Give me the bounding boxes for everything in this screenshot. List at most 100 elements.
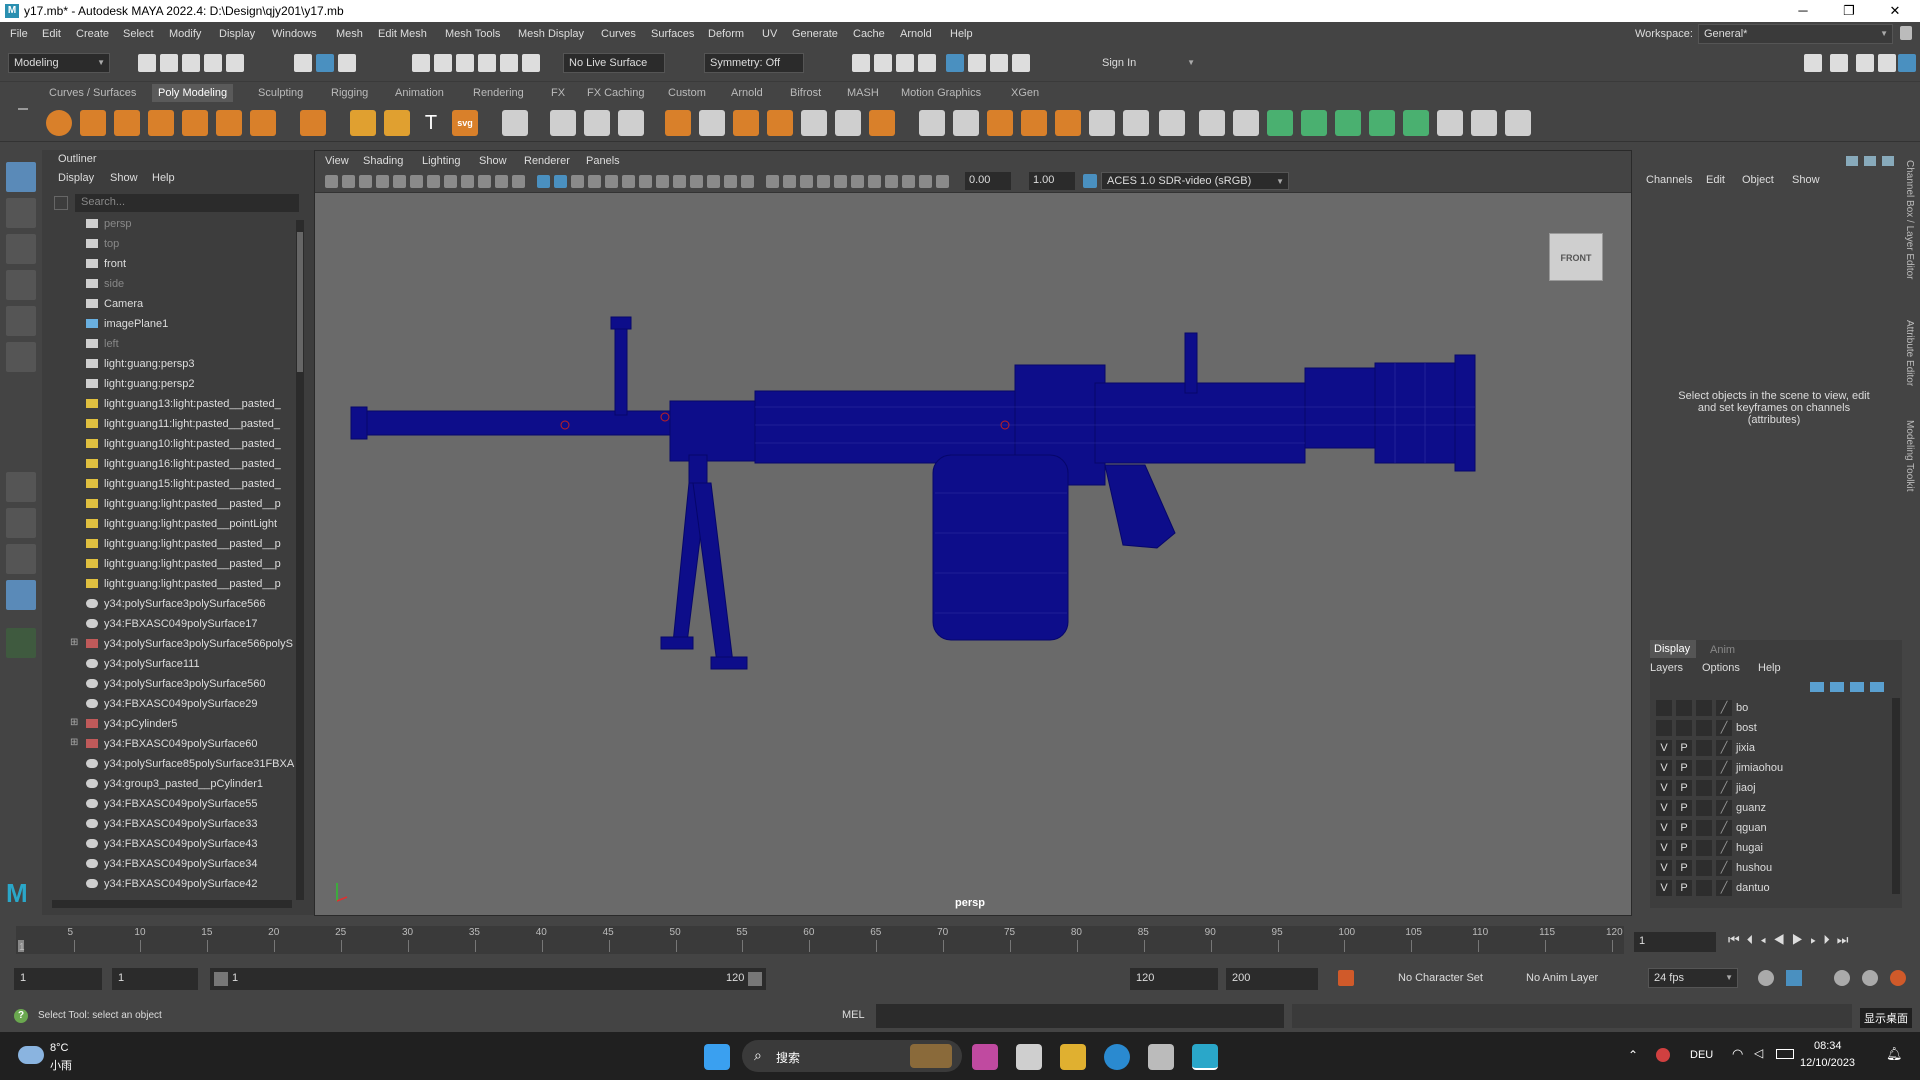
outliner-item[interactable]: top <box>42 234 298 254</box>
outliner-item[interactable]: y34:FBXASC049polySurface43 <box>42 834 298 854</box>
move-layer-down-icon[interactable] <box>1830 682 1844 692</box>
channel-menu-edit[interactable]: Edit <box>1706 174 1725 186</box>
layer-color-swatch[interactable] <box>1696 700 1712 716</box>
shelf-tab-rendering[interactable]: Rendering <box>473 87 524 99</box>
poly-cylinder-icon[interactable] <box>114 110 140 136</box>
viewport-tool-icon[interactable] <box>359 175 372 188</box>
move-layer-up-icon[interactable] <box>1810 682 1824 692</box>
outliner-item[interactable]: y34:polySurface3polySurface560 <box>42 674 298 694</box>
viewport-tool-icon[interactable] <box>444 175 457 188</box>
maya-taskbar-icon[interactable] <box>1192 1044 1218 1070</box>
layer-display-type[interactable]: ╱ <box>1716 880 1732 896</box>
channel-menu-object[interactable]: Object <box>1742 174 1774 186</box>
bevel-icon[interactable] <box>919 110 945 136</box>
outliner-item[interactable]: light:guang:persp3 <box>42 354 298 374</box>
boolean-union-icon[interactable] <box>665 110 691 136</box>
single-perspective-view-icon[interactable] <box>6 472 36 502</box>
poly-reduce-icon[interactable] <box>767 110 793 136</box>
menu-windows[interactable]: Windows <box>272 28 317 40</box>
shelf-menu-icon[interactable] <box>18 108 28 110</box>
knife-icon[interactable] <box>1159 110 1185 136</box>
viewport-tool-icon[interactable] <box>537 175 550 188</box>
poly-plane-icon[interactable] <box>216 110 242 136</box>
menu-cache[interactable]: Cache <box>853 28 885 40</box>
viewcube[interactable]: FRONT <box>1549 233 1603 281</box>
outliner-menu-help[interactable]: Help <box>152 172 175 184</box>
viewport-tool-icon[interactable] <box>919 175 932 188</box>
channel-box-icon[interactable] <box>1878 54 1896 72</box>
layer-playback-toggle[interactable]: P <box>1676 840 1692 856</box>
edge-browser-icon[interactable] <box>1104 1044 1130 1070</box>
viewport-menu-show[interactable]: Show <box>479 155 507 167</box>
layer-color-swatch[interactable] <box>1696 820 1712 836</box>
layer-menu-layers[interactable]: Layers <box>1650 662 1683 674</box>
shelf-tab-xgen[interactable]: XGen <box>1011 87 1039 99</box>
sound-icon[interactable] <box>1834 970 1850 986</box>
layer-display-type[interactable]: ╱ <box>1716 700 1732 716</box>
shelf-tab-rigging[interactable]: Rigging <box>331 87 368 99</box>
viewport-tool-icon[interactable] <box>622 175 635 188</box>
snap-surface-icon[interactable] <box>522 54 540 72</box>
viewport-tool-icon[interactable] <box>741 175 754 188</box>
viewport-tool-icon[interactable] <box>885 175 898 188</box>
render-view-icon[interactable] <box>852 54 870 72</box>
outliner-item[interactable]: y34:polySurface85polySurface31FBXA <box>42 754 298 774</box>
layer-playback-toggle[interactable]: P <box>1676 780 1692 796</box>
four-view-icon[interactable] <box>6 508 36 538</box>
layer-visibility-toggle[interactable] <box>1656 700 1672 716</box>
anim-layer-dropdown[interactable]: No Anim Layer <box>1520 968 1632 988</box>
menu-set-dropdown[interactable]: Modeling ▼ <box>8 53 110 73</box>
new-scene-icon[interactable] <box>138 54 156 72</box>
menu-arnold[interactable]: Arnold <box>900 28 932 40</box>
outliner-item[interactable]: light:guang13:light:pasted__pasted_ <box>42 394 298 414</box>
playback-start-field[interactable]: 1 <box>112 968 198 990</box>
3d-viewer-icon[interactable] <box>1148 1044 1174 1070</box>
insert-edge-loop-icon[interactable] <box>1021 110 1047 136</box>
poly-torus-icon[interactable] <box>182 110 208 136</box>
color-management-icon[interactable] <box>1083 174 1097 188</box>
menu-mesh-tools[interactable]: Mesh Tools <box>445 28 500 40</box>
layer-row[interactable]: ╱ bo <box>1650 698 1890 718</box>
viewport-tool-icon[interactable] <box>690 175 703 188</box>
minimize-button[interactable]: ─ <box>1780 0 1826 22</box>
step-back-frame-icon[interactable]: ◂ <box>1760 932 1773 947</box>
select-components-icon[interactable] <box>338 54 356 72</box>
make-live-icon[interactable] <box>500 54 518 72</box>
outliner-item[interactable]: light:guang15:light:pasted__pasted_ <box>42 474 298 494</box>
viewport-tool-icon[interactable] <box>724 175 737 188</box>
scene-end-field[interactable]: 200 <box>1226 968 1318 990</box>
layer-display-type[interactable]: ╱ <box>1716 720 1732 736</box>
shelf-tab-bifrost[interactable]: Bifrost <box>790 87 821 99</box>
taskbar-search-box[interactable]: ⌕ 搜索 <box>742 1040 962 1072</box>
platonic-solid-icon[interactable] <box>300 110 326 136</box>
tray-app-icon[interactable] <box>1656 1048 1670 1062</box>
shelf-tab-sculpting[interactable]: Sculpting <box>258 87 303 99</box>
viewport-tool-icon[interactable] <box>342 175 355 188</box>
layer-display-type[interactable]: ╱ <box>1716 800 1732 816</box>
layer-display-type[interactable]: ╱ <box>1716 860 1732 876</box>
svg-tool-icon[interactable]: svg <box>452 110 478 136</box>
file-explorer-icon[interactable] <box>1060 1044 1086 1070</box>
target-weld-icon[interactable] <box>1089 110 1115 136</box>
viewport-tool-icon[interactable] <box>902 175 915 188</box>
menu-edit-mesh[interactable]: Edit Mesh <box>378 28 427 40</box>
menu-surfaces[interactable]: Surfaces <box>651 28 694 40</box>
viewport-menu-panels[interactable]: Panels <box>586 155 620 167</box>
outliner-item[interactable]: y34:FBXASC049polySurface17 <box>42 614 298 634</box>
color-space-dropdown[interactable]: ACES 1.0 SDR-video (sRGB) ▼ <box>1101 172 1289 190</box>
layer-playback-toggle[interactable]: P <box>1676 740 1692 756</box>
select-tool-icon[interactable] <box>6 162 36 192</box>
shelf-tab-fx[interactable]: FX <box>551 87 565 99</box>
expand-icon[interactable]: ⊞ <box>70 637 78 648</box>
outliner-item[interactable]: light:guang:light:pasted__pointLight <box>42 514 298 534</box>
task-view-icon[interactable] <box>1016 1044 1042 1070</box>
open-scene-icon[interactable] <box>160 54 178 72</box>
volume-icon[interactable]: ◁ <box>1754 1046 1763 1060</box>
lock-icon[interactable] <box>1900 26 1912 40</box>
menu-select[interactable]: Select <box>123 28 154 40</box>
rotate-tool-icon[interactable] <box>6 306 36 336</box>
outliner-menu-show[interactable]: Show <box>110 172 138 184</box>
layer-color-swatch[interactable] <box>1696 760 1712 776</box>
step-forward-frame-icon[interactable]: ▸ <box>1810 932 1823 947</box>
layer-row[interactable]: V P ╱ hugai <box>1650 838 1890 858</box>
